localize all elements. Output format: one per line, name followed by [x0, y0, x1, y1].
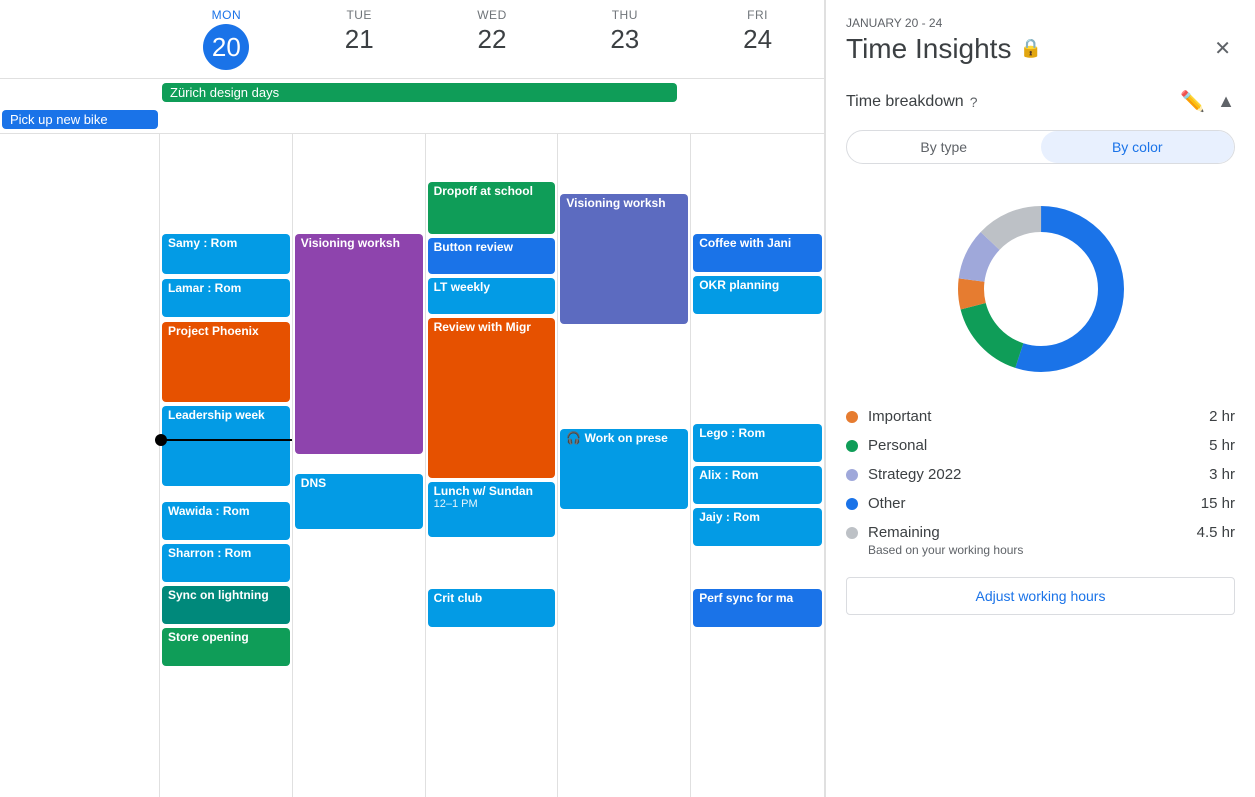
event-crit-club[interactable]: Crit club — [428, 589, 556, 627]
event-button-review[interactable]: Button review — [428, 238, 556, 274]
event-perf-sync[interactable]: Perf sync for ma — [693, 589, 822, 627]
legend-dot-personal — [846, 440, 858, 452]
collapse-button[interactable]: ▲ — [1217, 91, 1235, 112]
legend-item-strategy: Strategy 2022 3 hr — [846, 466, 1235, 483]
all-day-cell-wed — [558, 89, 691, 97]
event-project-phoenix[interactable]: Project Phoenix — [162, 322, 290, 402]
legend-dot-important — [846, 411, 858, 423]
day-header-thu[interactable]: THU 23 — [558, 0, 691, 78]
event-pickup-bike[interactable]: Pick up new bike — [2, 110, 158, 129]
event-lt-weekly[interactable]: LT weekly — [428, 278, 556, 314]
event-store-opening[interactable]: Store opening — [162, 628, 290, 666]
remaining-note: Based on your working hours — [868, 543, 1235, 557]
close-button[interactable]: ✕ — [1210, 32, 1235, 65]
event-visioning-thu[interactable]: Visioning worksh — [560, 194, 688, 324]
tab-by-type[interactable]: By type — [847, 131, 1041, 163]
event-alix-rom[interactable]: Alix : Rom — [693, 466, 822, 504]
help-icon[interactable]: ? — [970, 94, 978, 110]
donut-chart-container — [846, 194, 1235, 384]
donut-center — [986, 234, 1096, 344]
time-insights-panel: JANUARY 20 - 24 Time Insights 🔒 ✕ Time b… — [825, 0, 1255, 797]
event-sharron-rom[interactable]: Sharron : Rom — [162, 544, 290, 582]
section-actions: ✏️ ▲ — [1176, 85, 1235, 118]
tab-group: By type By color — [846, 130, 1235, 164]
events-fri: Coffee with Jani OKR planning Lego : Rom… — [691, 134, 824, 784]
all-day-cell-fri: Pick up new bike — [0, 106, 160, 133]
sidebar-title: Time Insights 🔒 — [846, 33, 1042, 65]
event-lego-rom[interactable]: Lego : Rom — [693, 424, 822, 462]
day-headers: MON 20 TUE 21 WED 22 THU 23 FRI 24 — [0, 0, 824, 79]
day-header-mon[interactable]: MON 20 — [160, 0, 293, 78]
event-review-migr[interactable]: Review with Migr — [428, 318, 556, 478]
time-column — [0, 134, 160, 797]
legend-item-important: Important 2 hr — [846, 408, 1235, 425]
legend: Important 2 hr Personal 5 hr Strategy 20… — [846, 408, 1235, 557]
legend-item-personal: Personal 5 hr — [846, 437, 1235, 454]
current-time-line — [160, 439, 292, 441]
calendar-grid: Samy : Rom Lamar : Rom Project Phoenix L… — [0, 134, 824, 797]
all-day-cell-tue — [426, 89, 559, 97]
legend-dot-strategy — [846, 469, 858, 481]
event-jaiy-rom[interactable]: Jaiy : Rom — [693, 508, 822, 546]
event-okr-planning[interactable]: OKR planning — [693, 276, 822, 314]
day-header-wed[interactable]: WED 22 — [426, 0, 559, 78]
legend-dot-other — [846, 498, 858, 510]
event-lamar-rom[interactable]: Lamar : Rom — [162, 279, 290, 317]
event-visioning-tue[interactable]: Visioning worksh — [295, 234, 423, 454]
event-work-prese[interactable]: 🎧 Work on prese — [560, 429, 688, 509]
event-wawida-rom[interactable]: Wawida : Rom — [162, 502, 290, 540]
event-leadership-week[interactable]: Leadership week — [162, 406, 290, 486]
day-col-mon: Samy : Rom Lamar : Rom Project Phoenix L… — [160, 134, 293, 797]
events-thu: Visioning worksh 🎧 Work on prese — [558, 134, 690, 784]
day-header-tue[interactable]: TUE 21 — [293, 0, 426, 78]
event-samy-rom[interactable]: Samy : Rom — [162, 234, 290, 274]
section-header: Time breakdown ? ✏️ ▲ — [846, 85, 1235, 118]
adjust-working-hours-button[interactable]: Adjust working hours — [846, 577, 1235, 615]
event-sync-lightning[interactable]: Sync on lightning — [162, 586, 290, 624]
legend-dot-remaining — [846, 527, 858, 539]
sidebar-date-range: JANUARY 20 - 24 — [846, 16, 1235, 30]
all-day-cell-mon: Zürich design days — [160, 79, 426, 106]
events-wed: Dropoff at school Button review LT weekl… — [426, 134, 558, 784]
day-col-fri: Coffee with Jani OKR planning Lego : Rom… — [691, 134, 824, 797]
day-col-tue: Visioning worksh DNS — [293, 134, 426, 797]
tab-by-color[interactable]: By color — [1041, 131, 1235, 163]
section-title: Time breakdown ? — [846, 93, 977, 111]
day-header-fri[interactable]: FRI 24 — [691, 0, 824, 78]
event-coffee-jani[interactable]: Coffee with Jani — [693, 234, 822, 272]
legend-item-remaining: Remaining 4.5 hr Based on your working h… — [846, 524, 1235, 557]
events-mon: Samy : Rom Lamar : Rom Project Phoenix L… — [160, 134, 292, 784]
donut-chart — [946, 194, 1136, 384]
calendar-panel: MON 20 TUE 21 WED 22 THU 23 FRI 24 Züric… — [0, 0, 825, 797]
event-dropoff[interactable]: Dropoff at school — [428, 182, 556, 234]
all-day-row: Zürich design days Pick up new bike — [0, 79, 824, 134]
event-dns[interactable]: DNS — [295, 474, 423, 529]
event-lunch-sundan[interactable]: Lunch w/ Sundan12–1 PM — [428, 482, 556, 537]
all-day-cell-thu — [691, 89, 824, 97]
legend-item-other: Other 15 hr — [846, 495, 1235, 512]
events-tue: Visioning worksh DNS — [293, 134, 425, 784]
day-col-thu: Visioning worksh 🎧 Work on prese — [558, 134, 691, 797]
edit-button[interactable]: ✏️ — [1176, 85, 1209, 118]
day-col-wed: Dropoff at school Button review LT weekl… — [426, 134, 559, 797]
lock-icon: 🔒 — [1019, 38, 1041, 59]
